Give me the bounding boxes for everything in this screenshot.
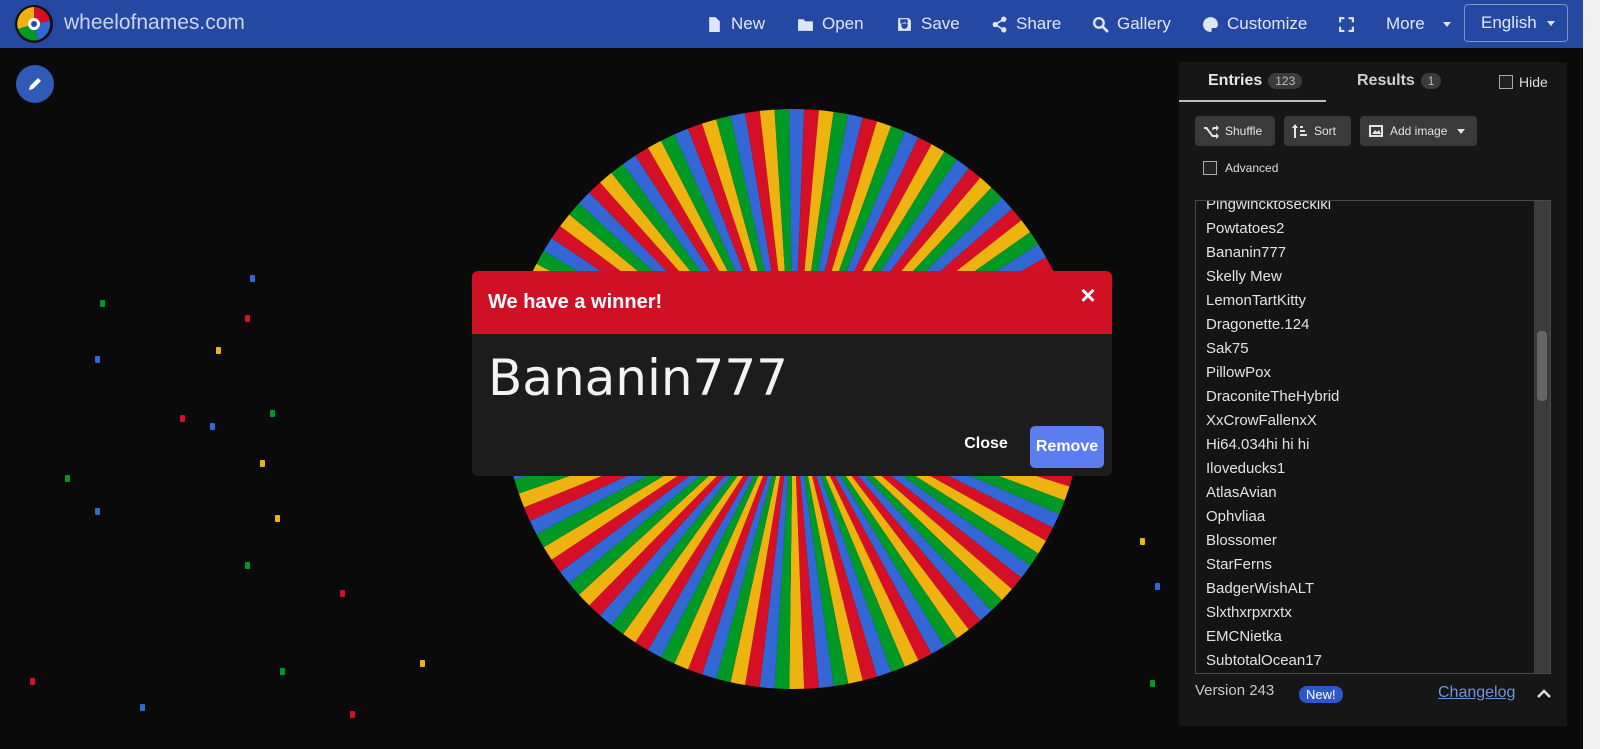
entry-line: Dragonette.124 <box>1206 316 1310 333</box>
top-bar: wheelofnames.com New Open Save Share Gal… <box>0 0 1583 48</box>
advanced-toggle[interactable]: Advanced <box>1203 161 1278 175</box>
entry-line: EMCNietka <box>1206 628 1282 645</box>
entry-line: Blossomer <box>1206 532 1277 549</box>
shuffle-button[interactable]: Shuffle <box>1195 116 1275 146</box>
entries-count-badge: 123 <box>1268 73 1303 89</box>
language-select[interactable]: English <box>1464 4 1568 42</box>
entry-line: Skelly Mew <box>1206 268 1282 285</box>
remove-button[interactable]: Remove <box>1030 426 1104 468</box>
results-count-badge: 1 <box>1420 73 1442 89</box>
panel-tabs: Entries 123 Results 1 Hide <box>1179 62 1567 102</box>
edit-button[interactable] <box>16 65 54 103</box>
hide-toggle[interactable]: Hide <box>1499 74 1548 90</box>
close-button[interactable]: Close <box>962 425 1010 463</box>
entry-line: Sak75 <box>1206 340 1249 357</box>
palette-icon <box>1203 16 1218 32</box>
site-name[interactable]: wheelofnames.com <box>64 11 245 35</box>
entries-scrollbar[interactable] <box>1534 201 1550 673</box>
active-tab-indicator <box>1179 100 1326 102</box>
share-icon <box>992 16 1007 32</box>
nav-customize[interactable]: Customize <box>1202 0 1307 48</box>
nav-gallery-label: Gallery <box>1117 14 1171 33</box>
shuffle-icon <box>1204 125 1219 139</box>
advanced-checkbox[interactable] <box>1203 161 1217 175</box>
entry-line: StarFerns <box>1206 556 1272 573</box>
shuffle-label: Shuffle <box>1225 124 1263 138</box>
nav-open-label: Open <box>822 14 864 33</box>
chevron-down-icon <box>1546 20 1555 26</box>
image-icon <box>1369 125 1383 137</box>
entry-line: BadgerWishALT <box>1206 580 1315 597</box>
hide-checkbox[interactable] <box>1499 75 1513 89</box>
nav-new[interactable]: New <box>706 0 765 48</box>
entry-line: Crystalpond12 <box>1206 673 1339 674</box>
entries-list: Pingwincktoseckiki Powtatoes2 Bananin777 Sk… <box>1206 200 1340 674</box>
sort-button[interactable]: Sort <box>1284 116 1351 146</box>
nav-save-label: Save <box>921 14 960 33</box>
language-value: English <box>1481 13 1537 32</box>
entry-line: Iloveducks1 <box>1206 460 1286 477</box>
close-icon[interactable]: × <box>1078 282 1098 308</box>
tab-entries[interactable]: Entries 123 <box>1208 72 1303 90</box>
entry-line: Ophvliaa <box>1206 508 1266 525</box>
winner-dialog: We have a winner! × Bananin777 Close Rem… <box>472 271 1112 476</box>
fullscreen-button[interactable] <box>1338 0 1355 48</box>
entry-line: SubtotalOcean17 <box>1206 652 1322 669</box>
fullscreen-icon <box>1339 16 1354 32</box>
entries-panel: Entries 123 Results 1 Hide Shuffle Sort … <box>1179 62 1567 726</box>
sort-icon <box>1292 124 1307 138</box>
advanced-label: Advanced <box>1225 161 1279 175</box>
entry-line: PillowPox <box>1206 364 1272 381</box>
folder-icon <box>798 18 813 31</box>
winner-name: Bananin777 <box>488 349 788 407</box>
entry-line: Slxthxrpxrxtx <box>1206 604 1292 621</box>
nav-share-label: Share <box>1016 14 1062 33</box>
entry-line: Pingwincktoseckiki <box>1206 200 1332 213</box>
add-image-label: Add image <box>1390 124 1448 138</box>
nav-share[interactable]: Share <box>991 0 1061 48</box>
winner-dialog-title: We have a winner! <box>488 291 663 313</box>
scrollbar-thumb[interactable] <box>1537 331 1547 401</box>
file-icon <box>709 16 720 32</box>
chevron-down-icon[interactable] <box>1457 128 1466 134</box>
wheel-logo-icon[interactable] <box>14 4 54 44</box>
entry-line: Hi64.034hi hi hi <box>1206 436 1310 453</box>
entry-line: Bananin777 <box>1206 244 1287 261</box>
entry-line: XxCrowFallenxX <box>1206 412 1317 429</box>
pencil-icon <box>29 78 41 90</box>
entries-textarea[interactable]: Pingwincktoseckiki Powtatoes2 Bananin777 Sk… <box>1195 200 1551 674</box>
panel-footer: Version 243 New! Changelog <box>1195 682 1551 712</box>
changelog-link[interactable]: Changelog <box>1438 684 1515 702</box>
entry-line: AtlasAvian <box>1206 484 1277 501</box>
nav-more[interactable]: More <box>1386 0 1451 48</box>
entry-line: DraconiteTheHybrid <box>1206 388 1340 405</box>
nav-customize-label: Customize <box>1227 14 1308 33</box>
chevron-down-icon <box>1442 21 1451 27</box>
hide-label: Hide <box>1519 74 1548 90</box>
search-icon <box>1092 16 1109 33</box>
tab-results[interactable]: Results 1 <box>1357 72 1442 90</box>
version-label: Version 243 <box>1195 682 1275 699</box>
save-icon <box>898 17 911 31</box>
entry-line: LemonTartKitty <box>1206 292 1307 309</box>
new-badge: New! <box>1299 686 1343 703</box>
sort-label: Sort <box>1314 124 1337 138</box>
chevron-up-icon[interactable] <box>1537 688 1551 698</box>
nav-save[interactable]: Save <box>896 0 960 48</box>
nav-gallery[interactable]: Gallery <box>1092 0 1171 48</box>
nav-new-label: New <box>731 14 766 33</box>
page-scrollbar[interactable] <box>1583 0 1600 749</box>
add-image-button[interactable]: Add image <box>1360 116 1477 146</box>
tab-entries-label: Entries <box>1208 72 1263 89</box>
nav-open[interactable]: Open <box>797 0 864 48</box>
tab-results-label: Results <box>1357 72 1415 89</box>
nav-more-label: More <box>1386 14 1425 33</box>
winner-dialog-header: We have a winner! <box>472 271 1112 334</box>
entry-line: Powtatoes2 <box>1206 220 1285 237</box>
